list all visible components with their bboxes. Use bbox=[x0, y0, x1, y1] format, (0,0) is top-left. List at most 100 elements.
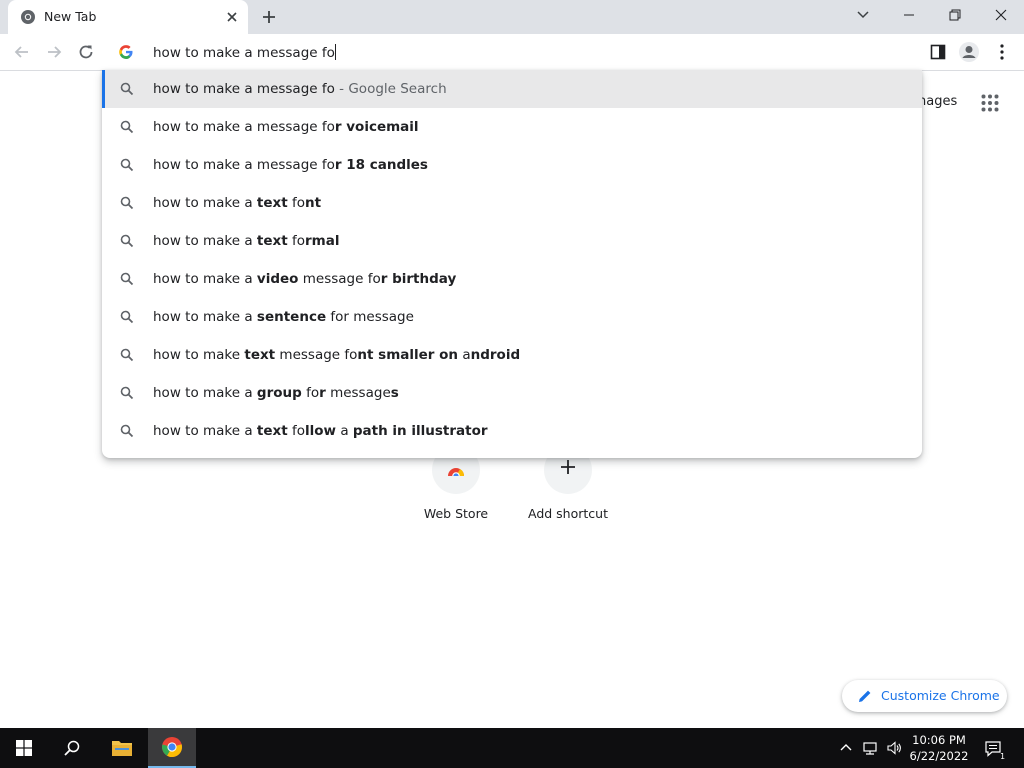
windows-taskbar: 10:06 PM 6/22/2022 1 bbox=[0, 728, 1024, 768]
suggestion-text: how to make a sentence for message bbox=[153, 309, 414, 325]
suggestion-segment: how to make a bbox=[153, 385, 257, 401]
suggestion-bold-segment: r voicemail bbox=[334, 119, 419, 135]
suggestion-segment: how to make bbox=[153, 347, 245, 363]
suggestion-row[interactable]: how to make a text font bbox=[102, 184, 922, 222]
suggestion-bold-segment: ndroid bbox=[470, 347, 521, 363]
suggestion-bold-segment: text bbox=[256, 423, 288, 439]
suggestion-text: how to make a text formal bbox=[153, 233, 339, 249]
suggestion-text: how to make a text font bbox=[153, 195, 321, 211]
suggestion-segment: fo bbox=[287, 423, 306, 439]
restore-button[interactable] bbox=[932, 0, 978, 30]
search-icon bbox=[120, 348, 134, 362]
suggestion-text: how to make a group for messages bbox=[153, 385, 399, 401]
suggestion-row[interactable]: how to make a video message for birthday bbox=[102, 260, 922, 298]
suggestion-text: how to make a video message for birthday bbox=[153, 271, 456, 287]
suggestion-bold-segment: r bbox=[319, 385, 326, 401]
suggestion-row[interactable]: how to make a message for voicemail bbox=[102, 108, 922, 146]
suggestion-segment: message fo bbox=[275, 347, 358, 363]
suggestion-bold-segment: nt smaller on bbox=[357, 347, 459, 363]
google-g-icon bbox=[119, 45, 133, 59]
volume-icon[interactable] bbox=[886, 740, 902, 756]
suggestion-row[interactable]: how to make a text formal bbox=[102, 222, 922, 260]
minimize-button[interactable] bbox=[886, 0, 932, 30]
new-tab-button[interactable] bbox=[258, 6, 280, 28]
suggestion-segment: how to make a message fo bbox=[153, 119, 335, 135]
tab-search-button[interactable] bbox=[840, 0, 886, 30]
chrome-taskbar-button[interactable] bbox=[148, 728, 196, 768]
reload-icon[interactable] bbox=[76, 42, 96, 62]
shortcut-label: Add shortcut bbox=[528, 506, 608, 521]
pencil-icon bbox=[859, 690, 871, 702]
tab-title: New Tab bbox=[44, 9, 97, 24]
suggestion-segment: fo bbox=[287, 233, 306, 249]
more-vert-icon bbox=[1000, 44, 1004, 60]
close-window-button[interactable] bbox=[978, 0, 1024, 30]
side-panel-button[interactable] bbox=[926, 40, 950, 64]
suggestion-bold-segment: text bbox=[256, 233, 288, 249]
suggestion-bold-segment: sentence bbox=[256, 309, 327, 325]
side-panel-icon bbox=[930, 44, 946, 60]
suggestion-segment: how to make a bbox=[153, 309, 257, 325]
taskbar-clock[interactable]: 10:06 PM 6/22/2022 bbox=[906, 732, 972, 764]
search-icon bbox=[120, 158, 134, 172]
suggestion-segment: how to make a bbox=[153, 195, 257, 211]
profile-button[interactable] bbox=[957, 40, 981, 64]
search-icon bbox=[120, 120, 134, 134]
suggestion-segment: r message bbox=[343, 309, 414, 325]
suggestion-segment: fo bbox=[301, 385, 320, 401]
suggestion-segment: fo bbox=[287, 195, 306, 211]
back-icon[interactable] bbox=[12, 42, 32, 62]
search-icon bbox=[120, 386, 134, 400]
suggestion-row[interactable]: how to make text message font smaller on… bbox=[102, 336, 922, 374]
tab-strip: New Tab bbox=[0, 0, 1024, 34]
search-icon bbox=[64, 740, 80, 756]
suggestion-text: how to make a text follow a path in illu… bbox=[153, 423, 488, 439]
clock-date: 6/22/2022 bbox=[909, 749, 969, 763]
suggestion-segment: how to make a bbox=[153, 271, 257, 287]
minimize-icon bbox=[904, 14, 914, 16]
search-icon bbox=[120, 82, 134, 96]
omnibox[interactable]: how to make a message fo bbox=[102, 34, 922, 70]
suggestion-bold-segment: text bbox=[256, 195, 288, 211]
restore-icon bbox=[949, 9, 961, 21]
suggestion-segment: a bbox=[336, 423, 353, 439]
suggestion-bold-segment: group bbox=[256, 385, 302, 401]
suggestion-bold-segment: path in illustrator bbox=[352, 423, 488, 439]
start-button[interactable] bbox=[0, 728, 48, 768]
suggestion-segment: how to make a message fo bbox=[153, 81, 335, 97]
suggestion-text: how to make a message fo - Google Search bbox=[153, 81, 447, 97]
menu-button[interactable] bbox=[990, 40, 1014, 64]
suggestion-text: how to make a message for voicemail bbox=[153, 119, 419, 135]
suggestion-bold-segment: rmal bbox=[305, 233, 340, 249]
taskbar-search-button[interactable] bbox=[48, 728, 96, 768]
suggestion-row[interactable]: how to make a sentence for message bbox=[102, 298, 922, 336]
customize-chrome-button[interactable]: Customize Chrome bbox=[842, 680, 1007, 712]
network-icon[interactable] bbox=[862, 740, 878, 756]
suggestion-segment: how to make a bbox=[153, 423, 257, 439]
close-tab-icon[interactable] bbox=[224, 9, 240, 25]
windows-logo-icon bbox=[16, 740, 32, 756]
suggestion-row[interactable]: how to make a message for 18 candles bbox=[102, 146, 922, 184]
images-link[interactable]: nages bbox=[918, 94, 957, 109]
search-icon bbox=[120, 272, 134, 286]
search-icon bbox=[120, 234, 134, 248]
suggestion-bold-segment: s bbox=[390, 385, 399, 401]
google-apps-icon[interactable] bbox=[981, 94, 999, 112]
tab-new-tab[interactable]: New Tab bbox=[8, 0, 248, 34]
chevron-up-icon[interactable] bbox=[838, 740, 854, 756]
suggestion-row[interactable]: how to make a message fo - Google Search bbox=[102, 70, 922, 108]
plus-icon bbox=[561, 460, 575, 474]
forward-icon[interactable] bbox=[44, 42, 64, 62]
notification-count-badge: 1 bbox=[1000, 752, 1006, 761]
file-explorer-button[interactable] bbox=[98, 728, 146, 768]
omnibox-input[interactable]: how to make a message fo bbox=[153, 45, 335, 61]
shortcut-label: Web Store bbox=[423, 506, 489, 521]
search-icon bbox=[120, 196, 134, 210]
chrome-icon bbox=[162, 737, 183, 758]
suggestion-row[interactable]: how to make a text follow a path in illu… bbox=[102, 412, 922, 450]
suggestion-segment: fo bbox=[326, 309, 344, 325]
search-icon bbox=[120, 424, 134, 438]
omnibox-suggestions: how to make a message fo - Google Search… bbox=[102, 70, 922, 458]
suggestion-row[interactable]: how to make a group for messages bbox=[102, 374, 922, 412]
folder-icon bbox=[112, 741, 132, 756]
